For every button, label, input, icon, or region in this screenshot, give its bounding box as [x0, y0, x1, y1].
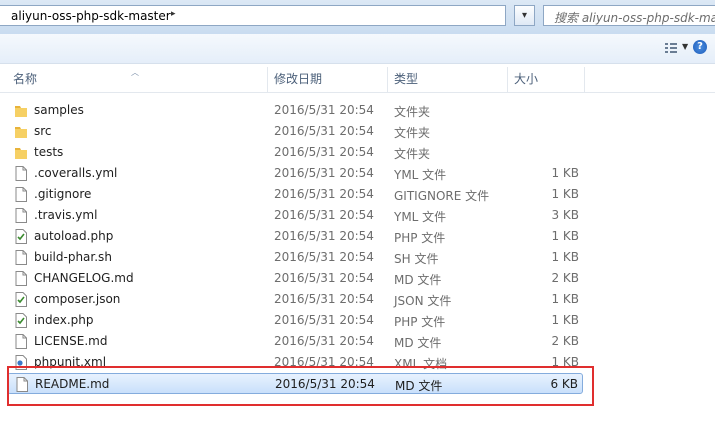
file-name: autoload.php [34, 229, 114, 243]
file-row[interactable]: .travis.yml 2016/5/31 20:54 YML 文件 3 KB [7, 205, 583, 226]
file-size: 1 KB [551, 313, 579, 327]
file-row[interactable]: LICENSE.md 2016/5/31 20:54 MD 文件 2 KB [7, 331, 583, 352]
file-name: src [34, 124, 52, 138]
view-options-icon[interactable] [665, 43, 677, 53]
file-modified-date: 2016/5/31 20:54 [274, 187, 374, 201]
file-row[interactable]: .gitignore 2016/5/31 20:54 GITIGNORE 文件 1 K… [7, 184, 583, 205]
file-name: .coveralls.yml [34, 166, 118, 180]
column-header-name[interactable]: 名称 [7, 67, 267, 92]
file-modified-date: 2016/5/31 20:54 [274, 313, 374, 327]
folder-icon [14, 145, 28, 160]
file-icon [14, 271, 28, 286]
file-icon [14, 208, 28, 223]
file-name: tests [34, 145, 64, 159]
breadcrumb-arrow-icon[interactable]: ▸ [171, 9, 176, 19]
file-type: MD 文件 [394, 336, 442, 350]
file-row[interactable]: CHANGELOG.md 2016/5/31 20:54 MD 文件 2 KB [7, 268, 583, 289]
file-type: 文件夹 [394, 126, 431, 140]
file-type: 文件夹 [394, 147, 431, 161]
file-row[interactable]: samples 2016/5/31 20:54 文件夹 [7, 100, 583, 121]
address-dropdown-button[interactable]: ▾ [514, 5, 535, 26]
file-icon [14, 250, 28, 265]
file-type: GITIGNORE 文件 [394, 189, 490, 203]
file-modified-date: 2016/5/31 20:54 [274, 229, 374, 243]
file-icon [14, 334, 28, 349]
file-modified-date: 2016/5/31 20:54 [274, 103, 374, 117]
file-name: .travis.yml [34, 208, 98, 222]
file-name: .gitignore [34, 187, 92, 201]
column-divider[interactable] [584, 67, 585, 92]
script-file-icon [14, 292, 28, 307]
file-modified-date: 2016/5/31 20:54 [274, 124, 374, 138]
column-header-size[interactable]: 大小 [508, 67, 584, 92]
folder-icon [14, 124, 28, 139]
file-size: 1 KB [551, 166, 579, 180]
file-name: index.php [34, 313, 94, 327]
file-type: YML 文件 [394, 210, 447, 224]
file-type: PHP 文件 [394, 315, 446, 329]
file-modified-date: 2016/5/31 20:54 [274, 250, 374, 264]
breadcrumb[interactable]: aliyun-oss-php-sdk-master [11, 9, 171, 23]
file-row[interactable]: build-phar.sh 2016/5/31 20:54 SH 文件 1 KB [7, 247, 583, 268]
file-row[interactable]: index.php 2016/5/31 20:54 PHP 文件 1 KB [7, 310, 583, 331]
file-size: 2 KB [551, 271, 579, 285]
file-type: MD 文件 [394, 273, 442, 287]
file-size: 2 KB [551, 334, 579, 348]
file-modified-date: 2016/5/31 20:54 [274, 145, 374, 159]
file-row[interactable]: autoload.php 2016/5/31 20:54 PHP 文件 1 KB [7, 226, 583, 247]
file-row[interactable]: tests 2016/5/31 20:54 文件夹 [7, 142, 583, 163]
view-dropdown-icon[interactable]: ▼ [682, 42, 688, 51]
search-input[interactable]: 搜索 aliyun-oss-php-sdk-master [543, 5, 715, 26]
file-name: samples [34, 103, 84, 117]
folder-icon [14, 103, 28, 118]
file-icon [14, 187, 28, 202]
annotation-highlight-box [7, 366, 594, 406]
file-size: 1 KB [551, 187, 579, 201]
file-size: 1 KB [551, 292, 579, 306]
search-placeholder: 搜索 aliyun-oss-php-sdk-master [554, 11, 715, 25]
help-icon[interactable]: ? [693, 40, 707, 54]
file-modified-date: 2016/5/31 20:54 [274, 292, 374, 306]
file-row[interactable]: src 2016/5/31 20:54 文件夹 [7, 121, 583, 142]
column-header-row: ︿ 名称 修改日期 类型 大小 [0, 67, 715, 93]
file-name: composer.json [34, 292, 121, 306]
file-size: 3 KB [551, 208, 579, 222]
file-row[interactable]: .coveralls.yml 2016/5/31 20:54 YML 文件 1 KB [7, 163, 583, 184]
column-header-type[interactable]: 类型 [388, 67, 507, 92]
file-name: CHANGELOG.md [34, 271, 134, 285]
file-name: build-phar.sh [34, 250, 112, 264]
file-type: JSON 文件 [394, 294, 452, 308]
file-modified-date: 2016/5/31 20:54 [274, 271, 374, 285]
script-file-icon [14, 313, 28, 328]
file-icon [14, 166, 28, 181]
file-type: 文件夹 [394, 105, 431, 119]
file-type: YML 文件 [394, 168, 447, 182]
file-size: 1 KB [551, 229, 579, 243]
file-modified-date: 2016/5/31 20:54 [274, 166, 374, 180]
file-type: PHP 文件 [394, 231, 446, 245]
file-type: SH 文件 [394, 252, 439, 266]
toolbar: ▼ ? [0, 34, 715, 64]
navigation-bar: aliyun-oss-php-sdk-master ▸ ▾ 搜索 aliyun-… [0, 0, 715, 34]
file-modified-date: 2016/5/31 20:54 [274, 208, 374, 222]
file-size: 1 KB [551, 250, 579, 264]
script-file-icon [14, 229, 28, 244]
file-row[interactable]: composer.json 2016/5/31 20:54 JSON 文件 1 KB [7, 289, 583, 310]
column-header-modified[interactable]: 修改日期 [268, 67, 387, 92]
address-bar[interactable]: aliyun-oss-php-sdk-master ▸ [0, 5, 506, 26]
file-name: LICENSE.md [34, 334, 108, 348]
file-modified-date: 2016/5/31 20:54 [274, 334, 374, 348]
